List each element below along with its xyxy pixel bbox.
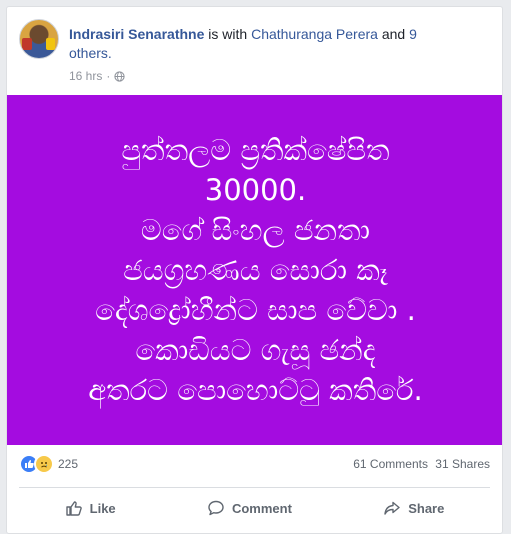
comments-count[interactable]: 61 Comments xyxy=(353,457,428,471)
post-text-line: අතරට පොහොට්ටු කතිරේ. xyxy=(88,373,423,407)
share-icon xyxy=(384,501,400,515)
like-button[interactable]: Like xyxy=(41,493,140,523)
sad-icon xyxy=(34,454,54,474)
avatar-flag-left xyxy=(22,38,32,50)
reactions-summary[interactable]: 225 xyxy=(19,454,78,474)
author-name[interactable]: Indrasiri Senarathne xyxy=(69,26,204,42)
post-meta: Indrasiri Senarathne is with Chathuranga… xyxy=(69,25,449,63)
comment-button[interactable]: Comment xyxy=(183,493,316,523)
globe-icon[interactable] xyxy=(114,70,125,82)
post-text-line: පුත්තලම ප්‍රතික්ෂේපිත xyxy=(121,133,390,167)
shares-count[interactable]: 31 Shares xyxy=(435,457,490,471)
post-text-line: 30000. xyxy=(204,173,307,207)
tagged-person[interactable]: Chathuranga Perera xyxy=(251,26,378,42)
post-header: Indrasiri Senarathne is with Chathuranga… xyxy=(19,19,490,89)
more-options-icon[interactable] xyxy=(482,9,502,23)
with-text: is with xyxy=(204,26,252,42)
like-label: Like xyxy=(89,500,116,516)
post-stats: 225 61 Comments 31 Shares xyxy=(19,449,490,479)
and-text: and xyxy=(377,26,410,42)
post-timestamp-row: 16 hrs · xyxy=(69,69,125,83)
share-label: Share xyxy=(408,500,445,516)
thumbs-up-icon xyxy=(65,501,82,516)
post-text-block: පුත්තලම ප්‍රතික්ෂේපිත 30000. මගේ සිංහල ජ… xyxy=(21,130,491,410)
post-text-line: ජයග්‍රහණය සොරා කෑ xyxy=(123,253,388,287)
post-text-line: කොඩියට ගැසූ ඡන්ද xyxy=(135,333,376,367)
comment-label: Comment xyxy=(231,500,292,516)
actions-divider xyxy=(19,487,490,488)
post-text-line: මගේ සිංහල ජනතා xyxy=(140,213,371,247)
avatar-flag-right xyxy=(46,38,55,50)
time-separator: · xyxy=(106,69,111,83)
reaction-count: 225 xyxy=(58,457,79,471)
post-actions: Like Comment Share xyxy=(19,489,490,527)
engagement-counts: 61 Comments 31 Shares xyxy=(349,457,490,471)
post-time[interactable]: 16 hrs xyxy=(69,69,102,83)
post-text-image[interactable]: පුත්තලම ප්‍රතික්ෂේපිත 30000. මගේ සිංහල ජ… xyxy=(7,95,502,445)
share-button[interactable]: Share xyxy=(359,493,468,523)
comment-icon xyxy=(208,500,224,516)
author-avatar[interactable] xyxy=(19,19,59,59)
post-card: Indrasiri Senarathne is with Chathuranga… xyxy=(6,6,503,534)
post-text-line: දේශද්‍රෝහීන්ට සාප වේවා . xyxy=(95,293,416,327)
